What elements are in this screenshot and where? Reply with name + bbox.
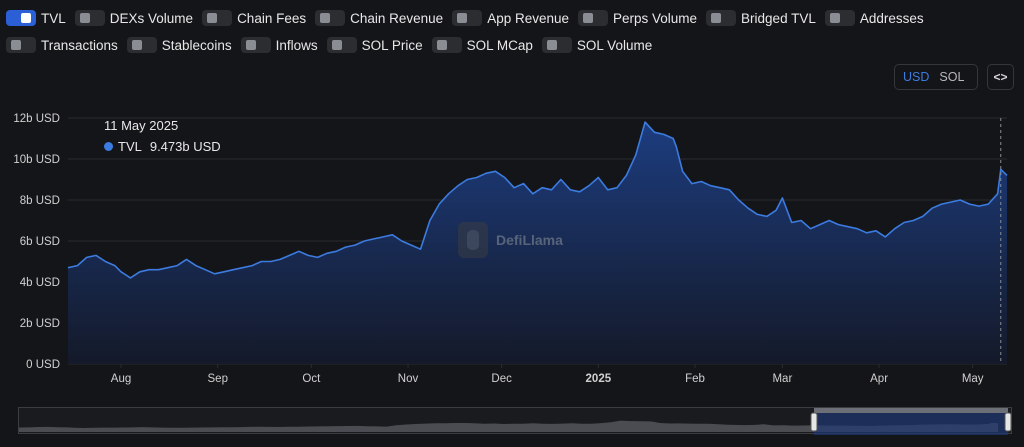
- toggle-sol-price[interactable]: SOL Price: [326, 37, 423, 53]
- x-tick-label: Mar: [772, 373, 792, 385]
- toggle-knob: [546, 40, 557, 50]
- currency-toggle: USD SOL: [894, 64, 978, 90]
- toggle-knob: [829, 13, 840, 23]
- chart-metric-toggles: TVL DEXs Volume Chain Fees Chain Revenue App…: [6, 8, 1016, 62]
- tooltip-date: 11 May 2025: [104, 118, 179, 133]
- toggle-row: Transactions Stablecoins Inflows SOL Price S…: [6, 35, 1016, 55]
- toggle-sol-mcap[interactable]: SOL MCap: [431, 37, 533, 53]
- llama-logo-icon: [458, 222, 488, 258]
- toggle-addresses[interactable]: Addresses: [824, 10, 924, 26]
- toggle-knob: [320, 13, 331, 23]
- toggle-label: Addresses: [859, 10, 924, 26]
- sol-button[interactable]: SOL: [934, 67, 969, 87]
- toggle-inflows[interactable]: Inflows: [240, 37, 318, 53]
- toggle-label: SOL Price: [361, 37, 423, 53]
- toggle-label: Chain Fees: [237, 10, 307, 26]
- toggle-label: Stablecoins: [161, 37, 232, 53]
- toggle-switch[interactable]: [706, 10, 737, 26]
- chart-tooltip: 11 May 2025 TVL 9.473b USD: [104, 118, 221, 154]
- toggle-tvl[interactable]: TVL: [6, 10, 66, 26]
- x-tick-label: 2025: [586, 373, 612, 385]
- toggle-knob: [457, 13, 468, 23]
- y-tick-label: 2b USD: [20, 318, 60, 330]
- toggle-label: SOL Volume: [576, 37, 653, 53]
- toggle-label: Chain Revenue: [350, 10, 444, 26]
- toggle-chain-fees[interactable]: Chain Fees: [202, 10, 306, 26]
- toggle-row: TVL DEXs Volume Chain Fees Chain Revenue App…: [6, 8, 1016, 28]
- tooltip-value: 9.473b USD: [149, 139, 221, 154]
- toggle-switch[interactable]: [240, 37, 271, 53]
- toggle-knob: [436, 40, 447, 50]
- toggle-knob: [583, 13, 593, 23]
- toggle-switch[interactable]: [202, 10, 233, 26]
- toggle-knob: [21, 13, 31, 23]
- toggle-switch[interactable]: [126, 37, 157, 53]
- brush-selection-bar[interactable]: [814, 408, 1008, 413]
- toggle-switch[interactable]: [541, 37, 572, 53]
- toggle-label: TVL: [41, 10, 66, 26]
- toggle-transactions[interactable]: Transactions: [6, 37, 118, 53]
- embed-code-button[interactable]: <>: [987, 64, 1014, 90]
- defillama-watermark: DefiLlama: [458, 222, 563, 258]
- x-tick-label: Nov: [398, 373, 419, 385]
- y-tick-label: 0 USD: [26, 359, 60, 371]
- toggle-knob: [131, 40, 142, 50]
- toggle-label: Inflows: [275, 37, 318, 53]
- toggle-switch[interactable]: [315, 10, 346, 26]
- x-tick-label: Apr: [870, 373, 888, 385]
- toggle-switch[interactable]: [6, 10, 36, 26]
- tooltip-series-name: TVL: [118, 139, 142, 154]
- toggle-app-revenue[interactable]: App Revenue: [452, 10, 569, 26]
- toggle-label: DEXs Volume: [109, 10, 194, 26]
- x-tick-label: May: [962, 373, 984, 385]
- range-brush[interactable]: [18, 407, 1012, 435]
- brush-overview: [19, 408, 1012, 435]
- x-tick-label: Aug: [111, 373, 131, 385]
- x-tick-label: Feb: [685, 373, 705, 385]
- brush-handle-right[interactable]: [1004, 412, 1012, 432]
- toggle-chain-revenue[interactable]: Chain Revenue: [315, 10, 443, 26]
- y-tick-label: 10b USD: [13, 154, 60, 166]
- toggle-knob: [11, 40, 21, 50]
- y-tick-label: 6b USD: [20, 236, 60, 248]
- toggle-knob: [245, 40, 256, 50]
- usd-button[interactable]: USD: [898, 67, 934, 87]
- y-tick-label: 4b USD: [20, 277, 60, 289]
- toggle-switch[interactable]: [6, 37, 36, 53]
- toggle-label: SOL MCap: [466, 37, 533, 53]
- toggle-label: Bridged TVL: [741, 10, 816, 26]
- tooltip-series-row: TVL 9.473b USD: [104, 139, 221, 154]
- toggle-switch[interactable]: [578, 10, 608, 26]
- x-tick-label: Dec: [491, 373, 512, 385]
- toggle-bridged-tvl[interactable]: Bridged TVL: [706, 10, 816, 26]
- toggle-switch[interactable]: [824, 10, 855, 26]
- x-tick-label: Oct: [302, 373, 321, 385]
- brush-handle-left[interactable]: [810, 412, 818, 432]
- toggle-knob: [79, 13, 90, 23]
- code-icon: <>: [993, 70, 1008, 84]
- toggle-switch[interactable]: [431, 37, 462, 53]
- toggle-knob: [711, 13, 722, 23]
- y-tick-label: 12b USD: [13, 113, 60, 125]
- toggle-label: Perps Volume: [613, 10, 698, 26]
- y-tick-label: 8b USD: [20, 195, 60, 207]
- toggle-dexs-volume[interactable]: DEXs Volume: [74, 10, 194, 26]
- series-dot-icon: [104, 142, 113, 151]
- toggle-knob: [207, 13, 218, 23]
- toggle-perps-volume[interactable]: Perps Volume: [578, 10, 697, 26]
- toggle-label: Transactions: [41, 37, 118, 53]
- toggle-sol-volume[interactable]: SOL Volume: [541, 37, 653, 53]
- toggle-switch[interactable]: [452, 10, 483, 26]
- watermark-text: DefiLlama: [496, 232, 563, 248]
- toggle-switch[interactable]: [74, 10, 105, 26]
- toggle-knob: [331, 40, 342, 50]
- toggle-label: App Revenue: [487, 10, 569, 26]
- toggle-stablecoins[interactable]: Stablecoins: [126, 37, 232, 53]
- x-tick-label: Sep: [208, 373, 228, 385]
- toggle-switch[interactable]: [326, 37, 357, 53]
